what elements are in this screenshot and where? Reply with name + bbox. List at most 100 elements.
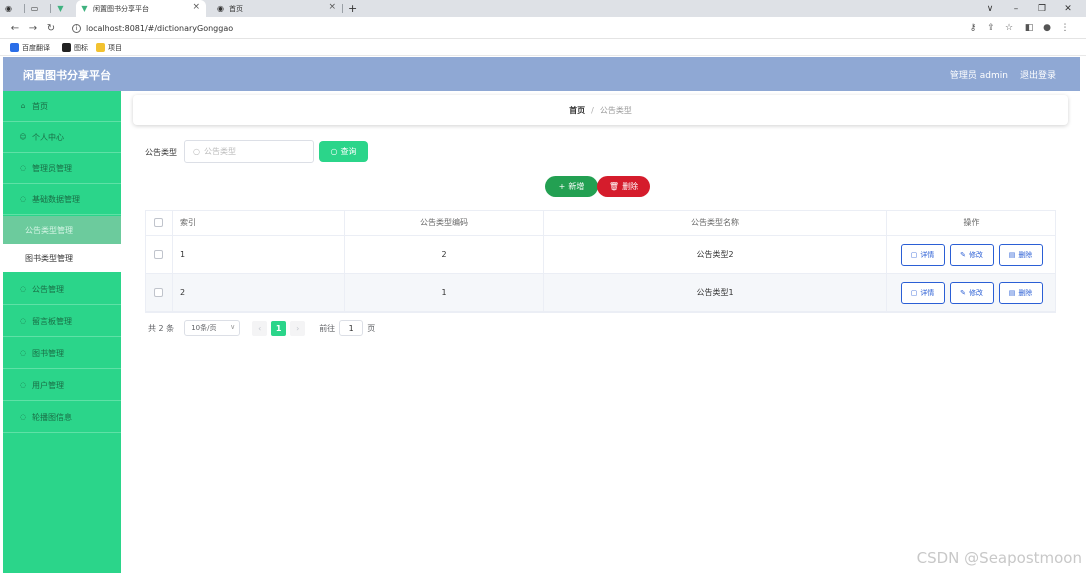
reload-icon[interactable]: ↻ — [44, 21, 58, 35]
header-index: 索引 — [173, 210, 345, 235]
sidebar-item-messages[interactable]: ◌ 留言板管理 — [3, 306, 121, 337]
app-title: 闲置图书分享平台 — [23, 69, 111, 82]
current-user: 管理员 admin — [949, 71, 1008, 81]
cell-name: 公告类型2 — [544, 236, 887, 273]
next-page-button[interactable]: › — [290, 320, 306, 336]
prev-page-button[interactable]: ‹ — [252, 320, 268, 336]
users-icon: ◌ — [19, 381, 27, 389]
tab-home[interactable]: ◉ 首页 × — [212, 0, 342, 17]
sidebar-item-books[interactable]: ◌ 图书管理 — [3, 338, 121, 369]
sidebar-item-admins[interactable]: ◌ 管理员管理 — [3, 153, 121, 184]
sidebar-item-profile[interactable]: ☺ 个人中心 — [3, 122, 121, 153]
tab-title: 首页 — [229, 4, 243, 13]
bookmark-project[interactable]: 项目 — [96, 42, 122, 53]
sidebar-sub-book-type[interactable]: 图书类型管理 — [3, 244, 121, 272]
trash-icon: ▤ — [1008, 288, 1016, 297]
user-icon: ☺ — [19, 133, 27, 141]
select-all-checkbox[interactable] — [154, 218, 163, 227]
pagination: 共 2 条 10条/页 ∨ ‹ 1 › 前往 1 页 — [148, 319, 375, 337]
restore-icon[interactable]: ❐ — [1030, 0, 1054, 17]
tab-title: 闲置图书分享平台 — [93, 4, 149, 13]
page-number-current[interactable]: 1 — [271, 320, 287, 336]
sidebar: ⌂ 首页 ☺ 个人中心 ◌ 管理员管理 ◌ 基础数据管理 公告类型管理 图书类型管理 ◌… — [3, 91, 121, 573]
pencil-icon: ✎ — [960, 288, 966, 297]
detail-button[interactable]: ▢ 详情 — [900, 243, 945, 266]
star-icon[interactable]: ☆ — [1002, 21, 1016, 35]
trash-icon: 🗑 — [608, 182, 620, 191]
translate-icon — [10, 43, 19, 52]
data-icon: ◌ — [19, 195, 27, 203]
app-header: 闲置图书分享平台 管理员 admin 退出登录 — [3, 57, 1080, 91]
pencil-icon: ✎ — [960, 250, 966, 259]
close-window-icon[interactable]: ✕ — [1056, 0, 1080, 17]
delete-button[interactable]: 🗑 删除 — [597, 176, 650, 197]
close-icon[interactable]: × — [192, 2, 200, 12]
browser-tab-bar: ◉ ▭ ▼ ▼ 闲置图书分享平台 × ◉ 首页 × + ∨ – ❐ ✕ — [0, 0, 1086, 17]
notice-icon: ◌ — [19, 285, 27, 293]
page-size-select[interactable]: 10条/页 ∨ — [184, 320, 241, 336]
profile-icon[interactable]: ● — [1040, 21, 1054, 35]
goto-page-input[interactable]: 1 — [339, 320, 364, 336]
minimize-icon[interactable]: – — [1004, 0, 1028, 17]
bookmarks-bar: 百度翻译 图标 项目 — [0, 39, 1086, 56]
table-row: 2 1 公告类型1 ▢ 详情 ✎ 修改 ▤ 删除 — [145, 274, 1056, 312]
chevron-down-icon: ∨ — [230, 323, 236, 331]
url-field[interactable]: i localhost:8081/#/dictionaryGonggao — [72, 21, 233, 35]
new-tab-button[interactable]: + — [348, 0, 360, 17]
breadcrumb: 首页 / 公告类型 — [133, 95, 1068, 125]
breadcrumb-home[interactable]: 首页 — [569, 105, 585, 116]
header-name: 公告类型名称 — [544, 210, 887, 235]
table-header: 索引 公告类型编码 公告类型名称 操作 — [145, 210, 1056, 236]
book-icon: ◌ — [19, 349, 27, 357]
row-checkbox[interactable] — [154, 250, 163, 259]
breadcrumb-separator: / — [591, 105, 594, 115]
vue-icon[interactable]: ▼ — [56, 0, 70, 17]
detail-button[interactable]: ▢ 详情 — [900, 281, 945, 304]
logout-link[interactable]: 退出登录 — [1020, 68, 1056, 81]
chrome-icon[interactable]: ◉ — [4, 0, 18, 17]
row-delete-button[interactable]: ▤ 删除 — [998, 243, 1043, 266]
pagination-total: 共 2 条 — [148, 323, 175, 333]
chevron-down-icon[interactable]: ∨ — [978, 0, 1002, 17]
row-checkbox[interactable] — [154, 288, 163, 297]
info-icon[interactable]: i — [72, 23, 81, 33]
search-field[interactable]: ○ — [184, 140, 314, 163]
sidebar-item-base-data[interactable]: ◌ 基础数据管理 — [3, 184, 121, 215]
back-icon[interactable]: ← — [8, 21, 22, 35]
admin-icon: ◌ — [19, 164, 27, 172]
sidepanel-icon[interactable]: ◧ — [1022, 21, 1036, 35]
search-icon: ○ — [330, 147, 338, 156]
breadcrumb-current: 公告类型 — [599, 105, 632, 115]
sidebar-sub-notice-type[interactable]: 公告类型管理 — [3, 216, 121, 244]
sidebar-item-notices[interactable]: ◌ 公告管理 — [3, 274, 121, 305]
cell-name: 公告类型1 — [544, 274, 887, 311]
key-icon[interactable]: ⚷ — [966, 21, 980, 35]
bookmark-icons[interactable]: 图标 — [62, 42, 88, 53]
message-icon: ◌ — [19, 317, 27, 325]
cell-index: 2 — [173, 274, 345, 311]
image-icon — [62, 43, 71, 52]
share-icon[interactable]: ⇪ — [984, 21, 998, 35]
edit-button[interactable]: ✎ 修改 — [949, 243, 994, 266]
document-icon: ▢ — [910, 250, 918, 259]
search-icon: ○ — [193, 147, 200, 156]
url-text: localhost:8081/#/dictionaryGonggao — [86, 23, 234, 33]
menu-dots-icon[interactable]: ⋮ — [1058, 21, 1072, 35]
add-button[interactable]: + 新增 — [545, 176, 598, 197]
bookmark-baidu-translate[interactable]: 百度翻译 — [10, 42, 50, 53]
search-input[interactable] — [203, 147, 304, 156]
tab-app[interactable]: ▼ 闲置图书分享平台 × — [76, 0, 206, 17]
edit-button[interactable]: ✎ 修改 — [949, 281, 994, 304]
sidebar-item-home[interactable]: ⌂ 首页 — [3, 91, 121, 122]
sidebar-item-users[interactable]: ◌ 用户管理 — [3, 370, 121, 401]
close-icon[interactable]: × — [328, 2, 336, 12]
forward-icon[interactable]: → — [26, 21, 40, 35]
search-label: 公告类型 — [145, 148, 177, 157]
folder-icon — [96, 43, 105, 52]
query-button[interactable]: ○ 查询 — [319, 141, 368, 162]
row-delete-button[interactable]: ▤ 删除 — [998, 281, 1043, 304]
tab-placeholder-icon[interactable]: ▭ — [30, 0, 44, 17]
document-icon: ▢ — [910, 288, 918, 297]
sidebar-item-carousel[interactable]: ◌ 轮播图信息 — [3, 402, 121, 433]
plus-icon: + — [558, 182, 566, 191]
